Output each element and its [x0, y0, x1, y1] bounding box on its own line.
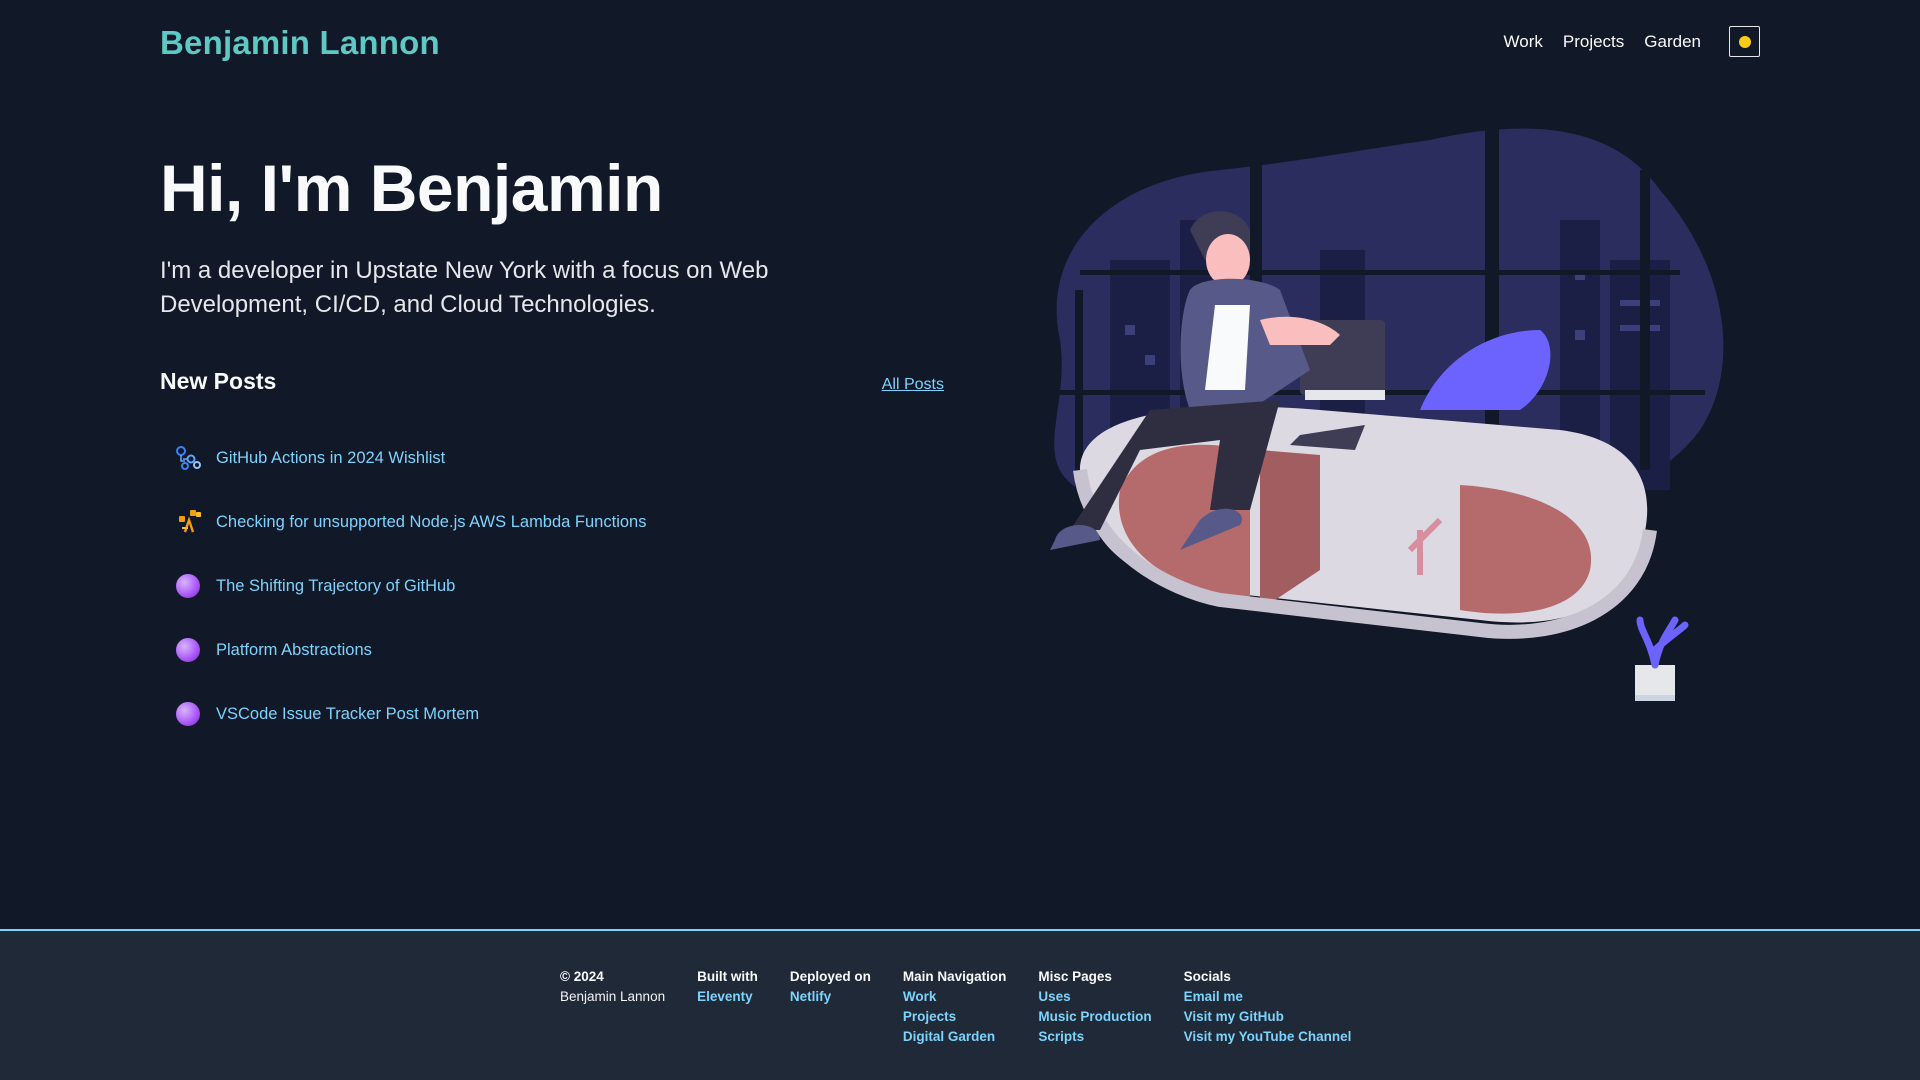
purple-bubble-icon [172, 634, 204, 666]
list-item: Checking for unsupported Node.js AWS Lam… [172, 490, 646, 554]
footer-link-scripts[interactable]: Scripts [1038, 1027, 1151, 1047]
footer-deployed-on: Deployed on Netlify [790, 967, 871, 1047]
footer-link-music-production[interactable]: Music Production [1038, 1007, 1151, 1027]
all-posts-link[interactable]: All Posts [882, 376, 944, 394]
theme-toggle-button[interactable] [1729, 26, 1760, 57]
site-footer: © 2024 Benjamin Lannon Built with Eleven… [0, 929, 1920, 1080]
aws-lambda-icon [172, 506, 204, 538]
footer-link-github[interactable]: Visit my GitHub [1184, 1007, 1352, 1027]
footer-copyright-name: Benjamin Lannon [560, 989, 666, 1004]
footer-socials: Socials Email me Visit my GitHub Visit m… [1184, 967, 1352, 1047]
list-item: Platform Abstractions [172, 618, 646, 682]
hero-intro: I'm a developer in Upstate New York with… [160, 257, 769, 318]
nav-garden[interactable]: Garden [1644, 32, 1701, 52]
main-nav: Work Projects Garden [1504, 26, 1760, 57]
list-item: VSCode Issue Tracker Post Mortem [172, 682, 646, 746]
footer-copyright-title: © 2024 [560, 969, 604, 984]
post-link[interactable]: Checking for unsupported Node.js AWS Lam… [216, 513, 646, 532]
list-item: GitHub Actions in 2024 Wishlist [172, 426, 646, 490]
footer-misc-pages-title: Misc Pages [1038, 969, 1112, 984]
new-posts-header: New Posts All Posts [160, 368, 944, 395]
footer-misc-pages: Misc Pages Uses Music Production Scripts [1038, 967, 1151, 1047]
post-list: GitHub Actions in 2024 Wishlist Checking… [172, 426, 646, 746]
developer-desk-illustration [1050, 120, 1724, 701]
post-link[interactable]: Platform Abstractions [216, 641, 372, 660]
nav-projects[interactable]: Projects [1563, 32, 1624, 52]
footer-link-uses[interactable]: Uses [1038, 987, 1151, 1007]
footer-link-work[interactable]: Work [903, 987, 1007, 1007]
nav-work[interactable]: Work [1504, 32, 1543, 52]
hero-illustration [1000, 110, 1740, 730]
footer-link-email[interactable]: Email me [1184, 987, 1352, 1007]
footer-socials-title: Socials [1183, 969, 1231, 984]
site-title-link[interactable]: Benjamin Lannon [160, 24, 440, 62]
post-link[interactable]: The Shifting Trajectory of GitHub [216, 577, 455, 596]
new-posts-title: New Posts [160, 368, 277, 394]
github-actions-icon [172, 442, 204, 474]
post-link[interactable]: VSCode Issue Tracker Post Mortem [216, 705, 479, 724]
hero-heading: Hi, I'm Benjamin [160, 151, 663, 225]
list-item: The Shifting Trajectory of GitHub [172, 554, 646, 618]
footer-link-youtube[interactable]: Visit my YouTube Channel [1184, 1027, 1352, 1047]
footer-built-with: Built with Eleventy [697, 967, 758, 1047]
footer-columns: © 2024 Benjamin Lannon Built with Eleven… [560, 967, 1351, 1047]
footer-link-digital-garden[interactable]: Digital Garden [903, 1027, 1007, 1047]
footer-deployed-on-title: Deployed on [789, 969, 871, 984]
footer-link-projects[interactable]: Projects [903, 1007, 1007, 1027]
sun-icon [1738, 35, 1751, 48]
purple-bubble-icon [172, 570, 204, 602]
footer-built-with-title: Built with [697, 969, 758, 984]
purple-bubble-icon [172, 698, 204, 730]
footer-link-eleventy[interactable]: Eleventy [697, 987, 758, 1007]
footer-link-netlify[interactable]: Netlify [790, 987, 871, 1007]
site-header: Benjamin Lannon Work Projects Garden [0, 0, 1920, 90]
footer-main-navigation-title: Main Navigation [902, 969, 1007, 984]
post-link[interactable]: GitHub Actions in 2024 Wishlist [216, 449, 445, 468]
footer-main-navigation: Main Navigation Work Projects Digital Ga… [903, 967, 1007, 1047]
footer-copyright: © 2024 Benjamin Lannon [560, 967, 665, 1047]
